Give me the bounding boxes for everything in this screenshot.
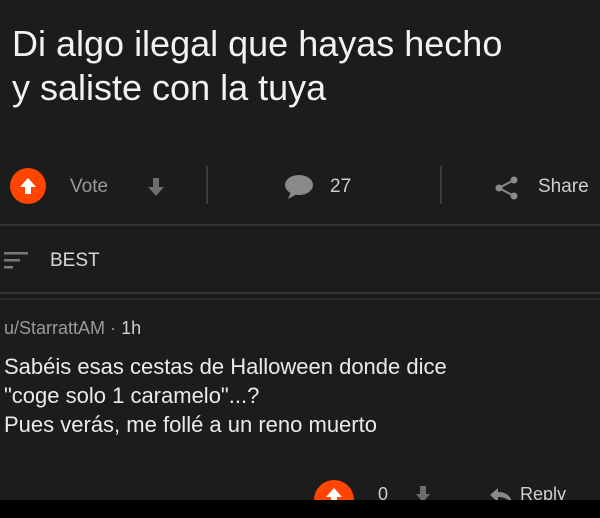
comment-upvote-button[interactable] xyxy=(314,480,354,500)
comment-age: 1h xyxy=(121,318,142,338)
comment-meta: u/StarrattAM · 1h xyxy=(4,318,141,339)
post-title: Di algo ilegal que hayas hecho y saliste… xyxy=(12,22,592,110)
share-icon[interactable] xyxy=(494,176,520,200)
comment-author[interactable]: u/StarrattAM xyxy=(4,318,105,338)
comment-body: Sabéis esas cestas de Halloween donde di… xyxy=(4,354,447,437)
sort-selector[interactable]: BEST xyxy=(0,240,600,280)
comment-action-bar: 0 Reply xyxy=(0,474,600,500)
post-action-bar: Vote 27 Share xyxy=(0,160,600,212)
post-title-line1: Di algo ilegal que hayas hecho xyxy=(12,23,503,64)
divider xyxy=(0,298,600,300)
upvote-button[interactable] xyxy=(10,168,46,204)
comment-vote-count: 0 xyxy=(378,484,389,500)
vote-label: Vote xyxy=(70,176,109,197)
comment-count[interactable]: 27 xyxy=(330,176,351,198)
arrow-up-icon xyxy=(20,178,36,194)
sort-label[interactable]: BEST xyxy=(50,250,100,272)
post-title-line2: y saliste con la tuya xyxy=(12,67,327,108)
divider xyxy=(0,224,600,226)
downvote-icon[interactable] xyxy=(414,484,432,500)
reply-icon[interactable] xyxy=(488,486,514,500)
bottom-edge xyxy=(0,500,600,518)
comment-icon[interactable] xyxy=(283,174,315,200)
sort-icon xyxy=(4,252,28,269)
downvote-icon[interactable] xyxy=(146,176,166,198)
divider xyxy=(440,166,442,204)
share-button[interactable]: Share xyxy=(538,176,589,198)
reply-button[interactable]: Reply xyxy=(520,484,566,500)
meta-separator: · xyxy=(110,318,117,338)
arrow-up-icon xyxy=(326,488,342,500)
divider xyxy=(0,292,600,294)
divider xyxy=(206,166,208,204)
